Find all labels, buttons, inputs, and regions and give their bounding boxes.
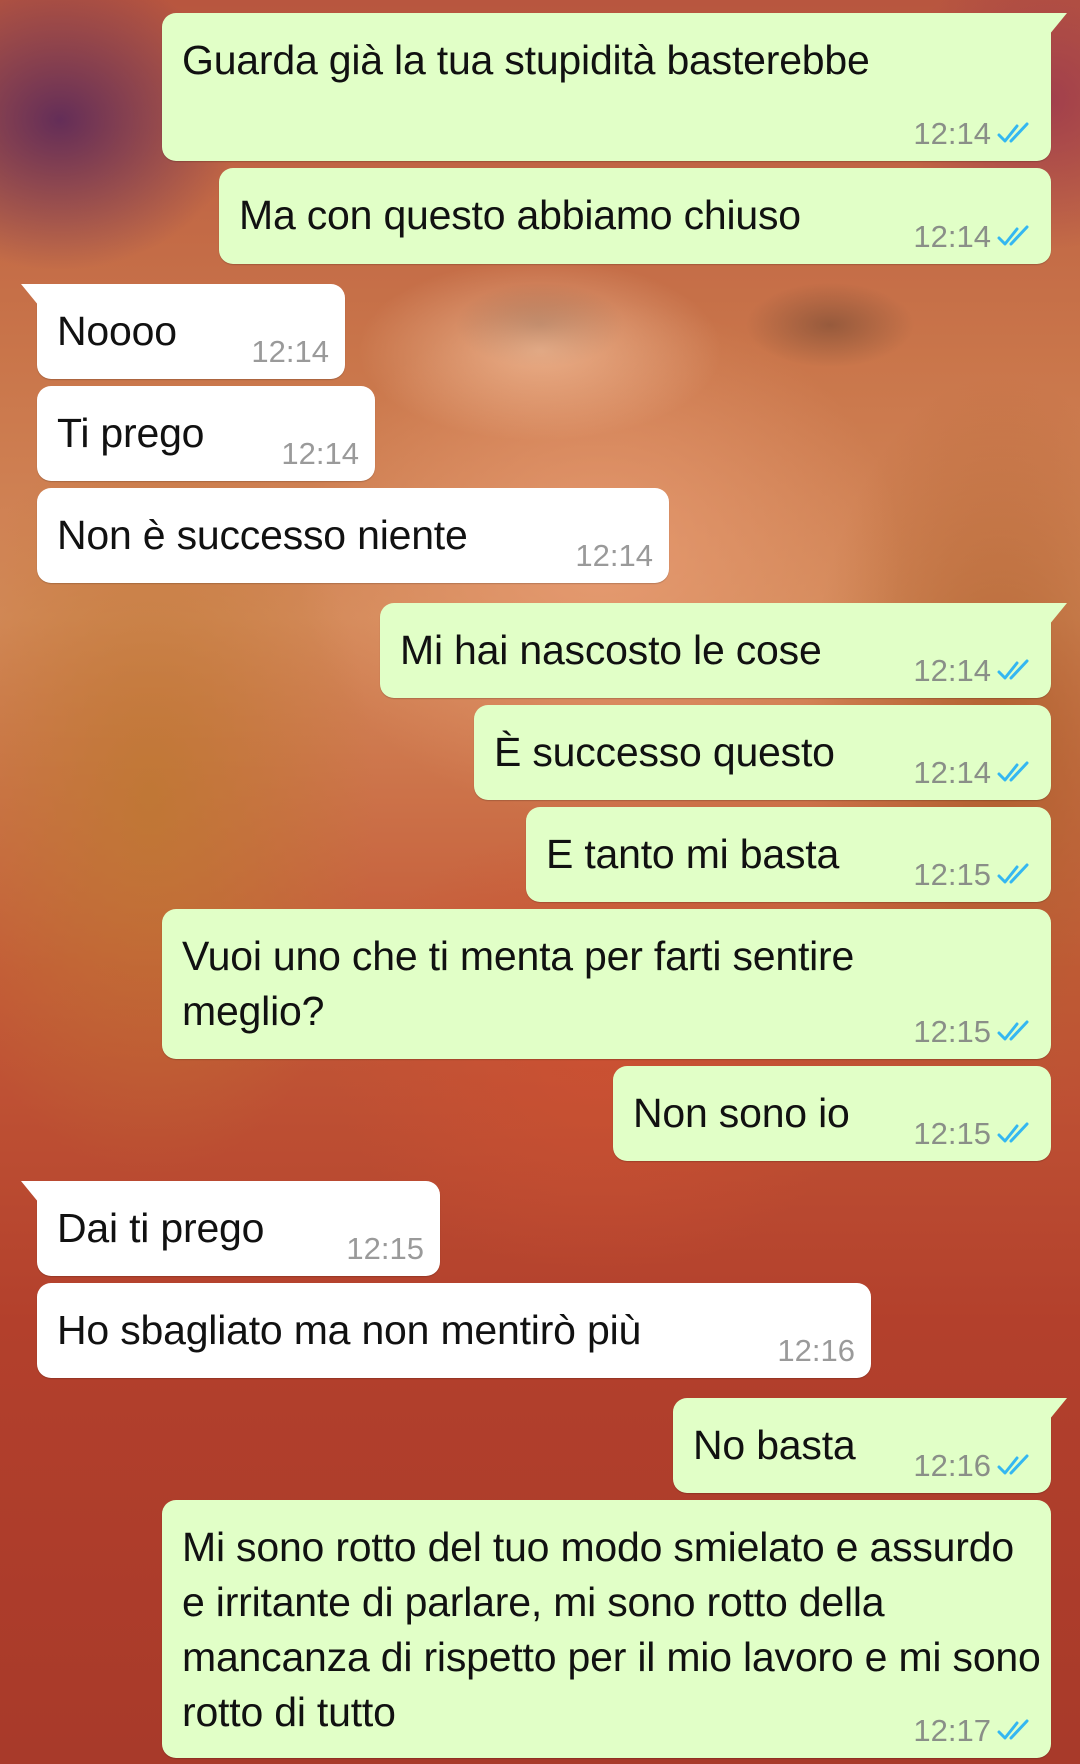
message-meta: 12:17 — [913, 1715, 1035, 1746]
incoming-message[interactable]: Ti prego 12:14 — [37, 386, 375, 481]
message-text: Dai ti prego — [57, 1205, 265, 1251]
double-check-icon — [997, 1454, 1029, 1474]
incoming-message[interactable]: Noooo 12:14 — [21, 284, 345, 379]
message-time: 12:15 — [913, 857, 991, 892]
message-time: 12:15 — [346, 1231, 424, 1266]
message-text: Guarda già la tua stupidità basterebbe — [182, 37, 870, 83]
message-text: Non sono io — [633, 1090, 850, 1136]
outgoing-message[interactable]: È successo questo 12:14 — [474, 705, 1051, 800]
message-text: No basta — [693, 1422, 856, 1468]
message-meta: 12:16 — [913, 1450, 1035, 1481]
incoming-message[interactable]: Ho sbagliato ma non mentirò più 12:16 — [37, 1283, 871, 1378]
outgoing-message[interactable]: Mi sono rotto del tuo modo smielato e as… — [162, 1500, 1051, 1758]
message-text: Mi sono rotto del tuo modo smielato e as… — [182, 1524, 1041, 1735]
outgoing-message[interactable]: Mi hai nascosto le cose 12:14 — [380, 603, 1067, 698]
message-meta: 12:15 — [913, 859, 1035, 890]
message-meta: 12:14 — [251, 336, 329, 367]
message-time: 12:14 — [251, 334, 329, 369]
message-time: 12:14 — [913, 653, 991, 688]
double-check-icon — [997, 1020, 1029, 1040]
double-check-icon — [997, 659, 1029, 679]
incoming-message[interactable]: Non è successo niente 12:14 — [37, 488, 669, 583]
outgoing-message[interactable]: Non sono io 12:15 — [613, 1066, 1051, 1161]
double-check-icon — [997, 1122, 1029, 1142]
message-text: Noooo — [57, 308, 177, 354]
message-text: Ma con questo abbiamo chiuso — [239, 192, 801, 238]
message-text: Ho sbagliato ma non mentirò più — [57, 1307, 642, 1353]
message-meta: 12:16 — [777, 1335, 855, 1366]
message-time: 12:16 — [913, 1448, 991, 1483]
double-check-icon — [997, 122, 1029, 142]
outgoing-message[interactable]: Vuoi uno che ti menta per farti sentire … — [162, 909, 1051, 1059]
message-time: 12:17 — [913, 1713, 991, 1748]
double-check-icon — [997, 1719, 1029, 1739]
message-time: 12:15 — [913, 1116, 991, 1151]
incoming-message[interactable]: Dai ti prego 12:15 — [21, 1181, 440, 1276]
message-text: Non è successo niente — [57, 512, 468, 558]
message-text: È successo questo — [494, 729, 835, 775]
message-time: 12:14 — [913, 755, 991, 790]
message-meta: 12:15 — [913, 1016, 1035, 1047]
message-time: 12:16 — [777, 1333, 855, 1368]
double-check-icon — [997, 863, 1029, 883]
message-meta: 12:14 — [913, 757, 1035, 788]
message-meta: 12:14 — [913, 221, 1035, 252]
message-text: Mi hai nascosto le cose — [400, 627, 822, 673]
outgoing-message[interactable]: E tanto mi basta 12:15 — [526, 807, 1051, 902]
message-meta: 12:14 — [913, 118, 1035, 149]
message-text: Ti prego — [57, 410, 205, 456]
message-text: E tanto mi basta — [546, 831, 840, 877]
outgoing-message[interactable]: Guarda già la tua stupidità basterebbe 1… — [162, 13, 1067, 161]
double-check-icon — [997, 225, 1029, 245]
message-meta: 12:14 — [913, 655, 1035, 686]
outgoing-message[interactable]: Ma con questo abbiamo chiuso 12:14 — [219, 168, 1051, 264]
message-meta: 12:15 — [346, 1233, 424, 1264]
message-meta: 12:14 — [575, 540, 653, 571]
message-list[interactable]: Guarda già la tua stupidità basterebbe 1… — [0, 0, 1080, 1764]
double-check-icon — [997, 761, 1029, 781]
message-time: 12:14 — [913, 219, 991, 254]
message-meta: 12:14 — [281, 438, 359, 469]
message-text: Vuoi uno che ti menta per farti sentire … — [182, 933, 855, 1034]
message-time: 12:14 — [913, 116, 991, 151]
message-meta: 12:15 — [913, 1118, 1035, 1149]
message-time: 12:14 — [281, 436, 359, 471]
message-time: 12:15 — [913, 1014, 991, 1049]
outgoing-message[interactable]: No basta 12:16 — [673, 1398, 1067, 1493]
message-time: 12:14 — [575, 538, 653, 573]
